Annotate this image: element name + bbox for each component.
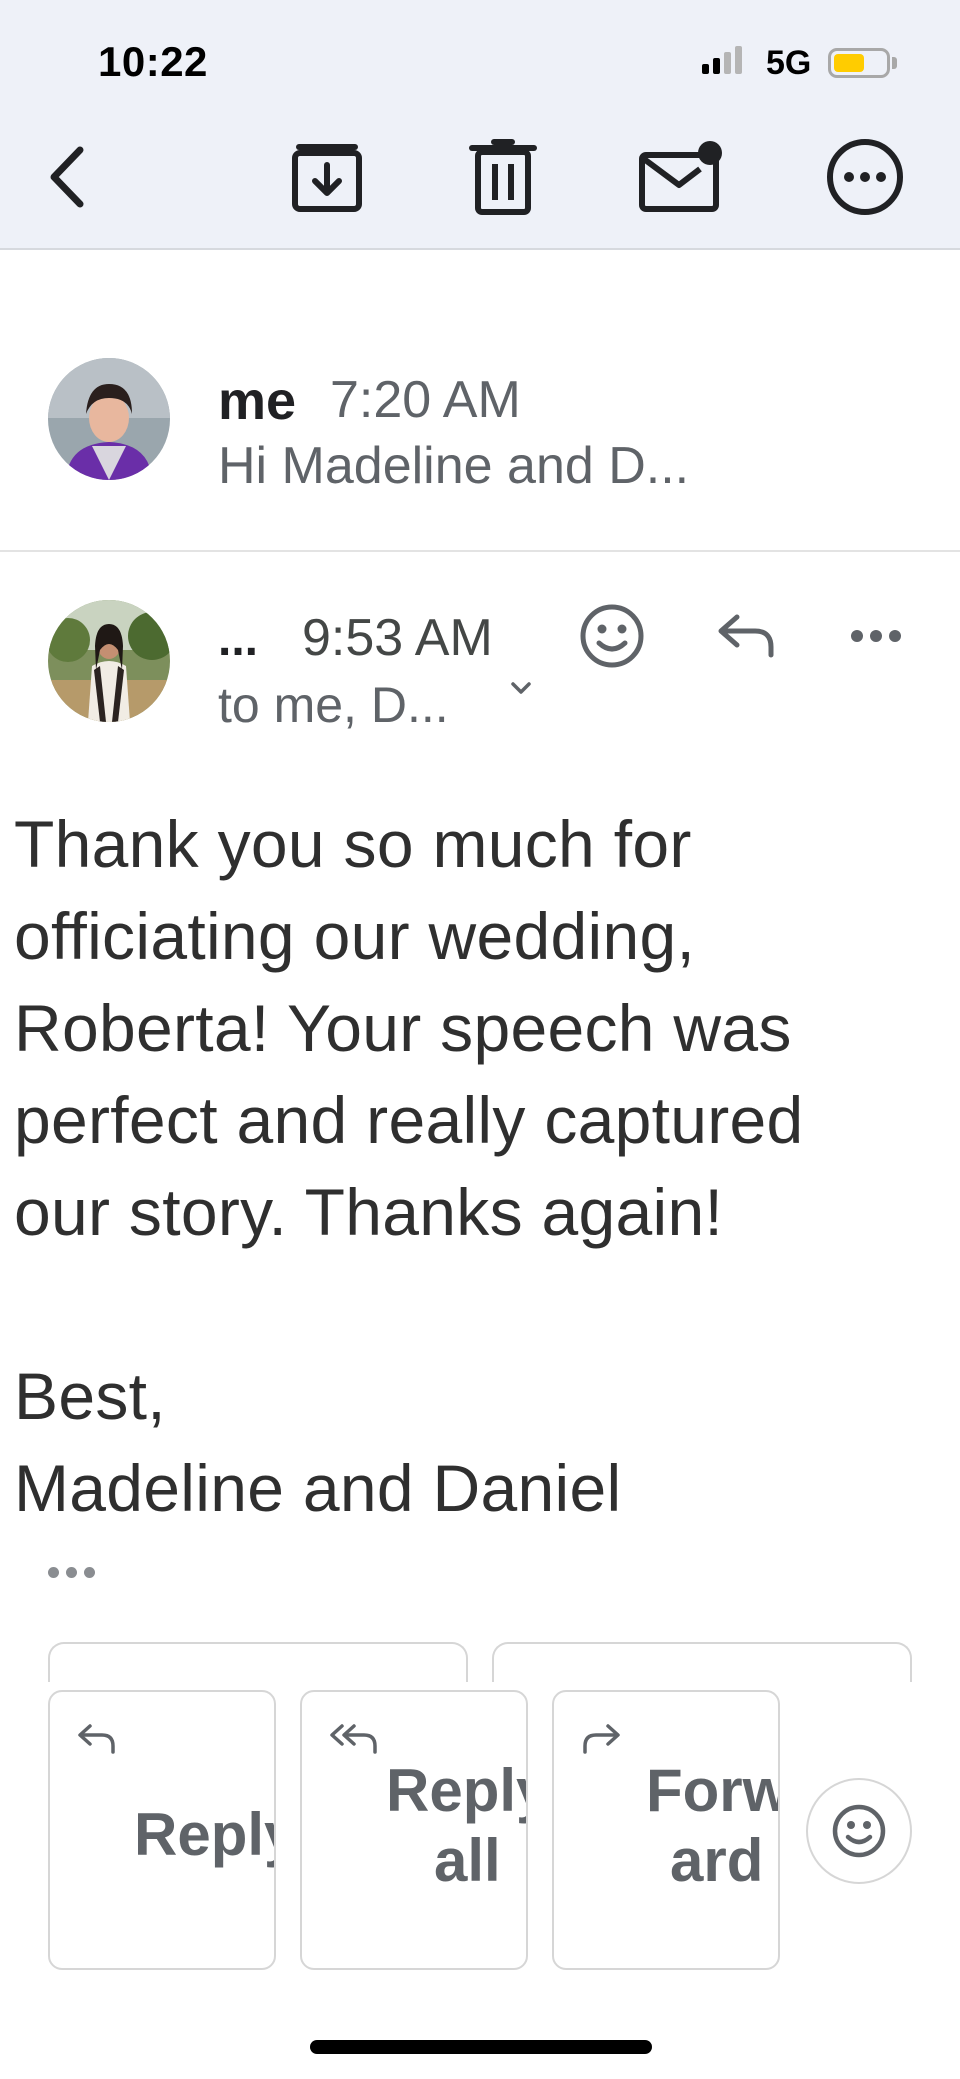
reply-icon xyxy=(718,614,774,658)
add-reaction-button[interactable] xyxy=(572,596,652,676)
message-snippet: Hi Madeline and D... xyxy=(218,437,690,495)
avatar[interactable] xyxy=(48,600,170,722)
more-horizontal-icon xyxy=(851,630,901,642)
chevron-down-icon[interactable] xyxy=(508,680,534,698)
react-emoji-button[interactable] xyxy=(806,1778,912,1884)
show-trimmed-content-button[interactable] xyxy=(48,1556,108,1588)
cellular-signal-icon xyxy=(702,46,742,74)
reply-all-action-button[interactable]: Reply all xyxy=(300,1690,528,1970)
more-horizontal-circle-icon xyxy=(827,139,903,215)
dot xyxy=(84,1566,95,1578)
dot xyxy=(48,1566,59,1578)
avatar-photo xyxy=(48,600,170,722)
trash-icon xyxy=(469,139,537,215)
body-line: perfect and really captured xyxy=(14,1083,804,1157)
reply-icon xyxy=(78,1724,115,1754)
back-button[interactable] xyxy=(22,132,112,222)
body-line: our story. Thanks again! xyxy=(14,1175,724,1249)
battery-fill xyxy=(834,54,864,72)
reply-button[interactable] xyxy=(706,596,786,676)
forward-action-button[interactable]: Forw ard xyxy=(552,1690,780,1970)
forward-icon xyxy=(583,1724,620,1754)
archive-button[interactable] xyxy=(282,132,372,222)
body-line: Roberta! Your speech was xyxy=(14,991,792,1065)
emoji-icon xyxy=(832,1804,886,1858)
avatar xyxy=(48,358,170,480)
signoff: Best, xyxy=(14,1359,166,1433)
dot xyxy=(66,1566,77,1578)
sender-name[interactable]: ... xyxy=(218,612,258,667)
more-options-button[interactable] xyxy=(820,132,910,222)
reply-label: Reply xyxy=(134,1801,274,1868)
avatar-photo xyxy=(48,358,170,480)
archive-icon xyxy=(292,144,362,212)
reply-all-label-line-2: all xyxy=(434,1827,501,1894)
network-type: 5G xyxy=(766,44,812,82)
message-time: 7:20 AM xyxy=(330,371,521,429)
mark-unread-button[interactable] xyxy=(636,132,726,222)
top-app-bar: 10:22 5G xyxy=(0,0,960,250)
smart-reply-card[interactable] xyxy=(492,1642,912,1682)
body-line: officiating our wedding, xyxy=(14,899,696,973)
forward-label-line-2: ard xyxy=(670,1827,764,1894)
reply-action-button[interactable]: Reply xyxy=(48,1690,276,1970)
body-line: Thank you so much for xyxy=(14,807,692,881)
battery-icon xyxy=(828,48,890,78)
emoji-icon xyxy=(580,604,644,668)
home-indicator[interactable] xyxy=(310,2040,652,2054)
mail-unread-icon xyxy=(639,141,722,212)
recipients-summary[interactable]: to me, D... xyxy=(218,676,449,734)
reply-all-label-line-1: Reply xyxy=(386,1757,526,1824)
message-more-button[interactable] xyxy=(836,596,916,676)
signature: Madeline and Daniel xyxy=(14,1451,622,1525)
delete-button[interactable] xyxy=(458,132,548,222)
sender-name: me xyxy=(218,371,297,431)
divider xyxy=(0,550,960,552)
reply-all-icon xyxy=(330,1724,377,1754)
forward-label-line-1: Forw xyxy=(646,1757,780,1824)
message-time: 9:53 AM xyxy=(302,609,493,667)
message-body: Thank you so much for officiating our we… xyxy=(14,798,954,1534)
smart-reply-card[interactable] xyxy=(48,1642,468,1682)
battery-nub xyxy=(892,57,897,69)
status-time: 10:22 xyxy=(98,38,208,85)
chevron-left-icon xyxy=(50,146,84,208)
